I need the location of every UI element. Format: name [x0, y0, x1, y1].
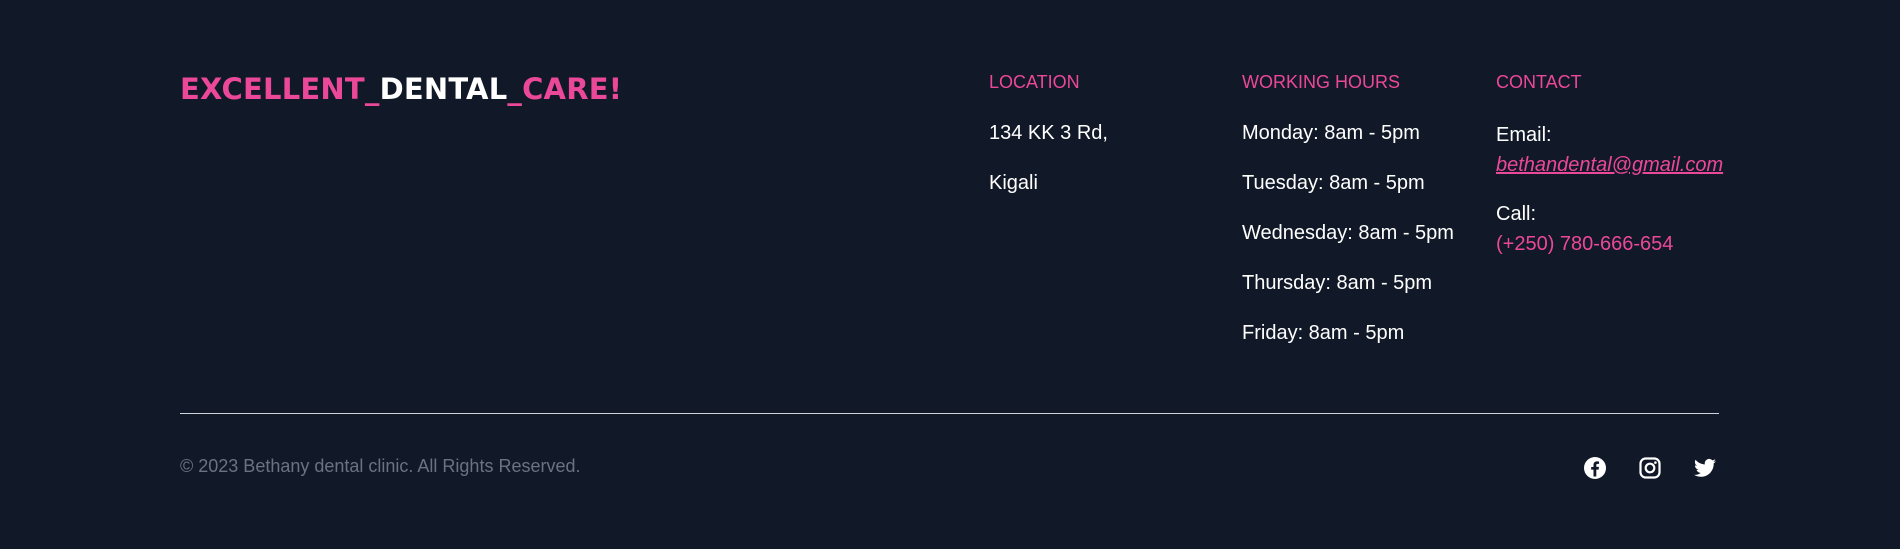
brand-logo[interactable]: EXCELLENT_DENTAL_CARE!	[180, 72, 622, 106]
site-footer: EXCELLENT_DENTAL_CARE! LOCATION 134 KK 3…	[0, 0, 1900, 549]
location-line: Kigali	[989, 172, 1038, 194]
brand-part-excellent: EXCELLENT_	[180, 72, 380, 106]
call-block: Call: (+250) 780-666-654	[1496, 199, 1723, 259]
location-line: 134 KK 3 Rd,	[989, 122, 1108, 144]
hours-line-wednesday: Wednesday: 8am - 5pm	[1242, 222, 1454, 244]
brand-part-care: _CARE!	[507, 72, 623, 106]
hours-line-thursday: Thursday: 8am - 5pm	[1242, 272, 1433, 294]
email-block: Email: bethandental@gmail.com	[1496, 120, 1723, 180]
email-link[interactable]: bethandental@gmail.com	[1496, 150, 1723, 180]
hours-line-monday: Monday: 8am - 5pm	[1242, 122, 1420, 144]
contact-title: CONTACT	[1496, 72, 1582, 92]
contact-column: CONTACT Email: bethandental@gmail.com Ca…	[1496, 70, 1723, 278]
working-hours-column: WORKING HOURS Monday: 8am - 5pm Tuesday:…	[1242, 70, 1454, 370]
phone-link[interactable]: (+250) 780-666-654	[1496, 229, 1723, 259]
working-hours-title: WORKING HOURS	[1242, 72, 1401, 92]
email-label: Email:	[1496, 124, 1552, 146]
call-label: Call:	[1496, 203, 1537, 225]
twitter-icon[interactable]	[1693, 456, 1717, 480]
brand-part-dental: DENTAL	[379, 72, 508, 106]
copyright-text: © 2023 Bethany dental clinic. All Rights…	[180, 456, 581, 476]
location-column: LOCATION 134 KK 3 Rd, Kigali	[989, 70, 1108, 220]
social-links	[1583, 456, 1717, 480]
instagram-icon[interactable]	[1638, 456, 1662, 480]
hours-line-friday: Friday: 8am - 5pm	[1242, 322, 1405, 344]
location-title: LOCATION	[989, 72, 1080, 92]
footer-divider	[180, 413, 1719, 414]
facebook-icon[interactable]	[1583, 456, 1607, 480]
hours-line-tuesday: Tuesday: 8am - 5pm	[1242, 172, 1425, 194]
